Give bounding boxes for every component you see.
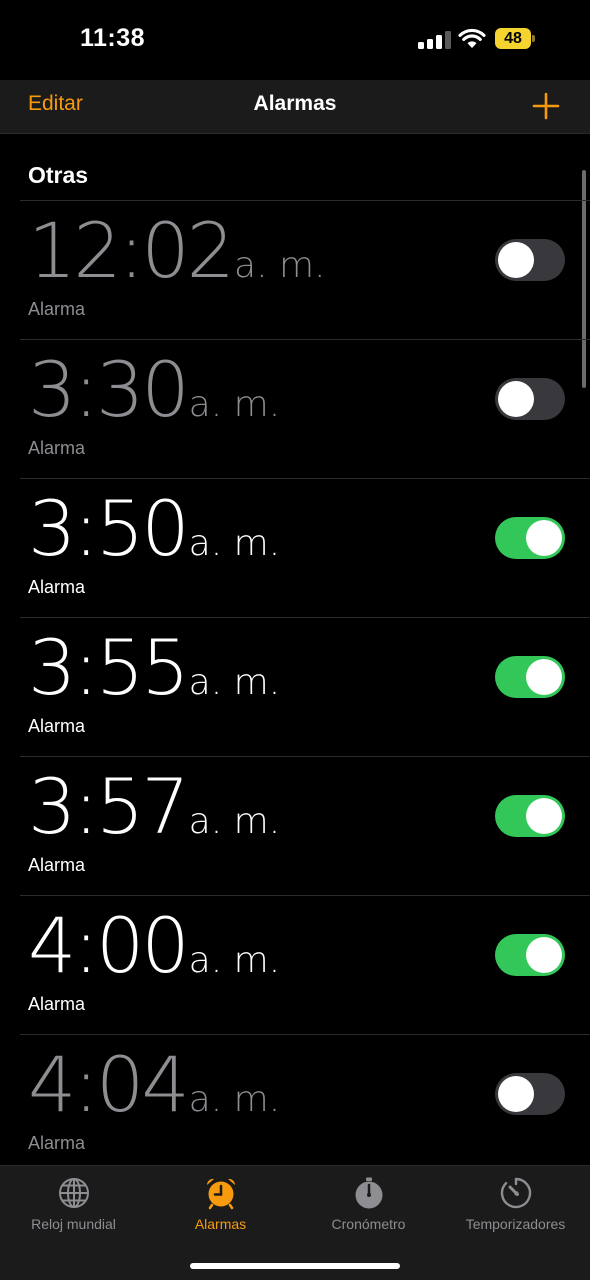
alarm-ampm: a. m. <box>188 384 281 425</box>
alarm-ampm: a. m. <box>234 245 326 286</box>
alarm-time: 3:50a. m. <box>28 491 280 567</box>
alarm-time: 3:30a. m. <box>28 352 280 428</box>
page-title: Alarmas <box>253 92 337 115</box>
toggle-knob <box>498 1076 534 1112</box>
tab-alarms[interactable]: Alarmas <box>147 1176 294 1246</box>
alarm-toggle[interactable] <box>495 517 565 559</box>
alarm-toggle[interactable] <box>495 239 565 281</box>
alarm-label: Alarma <box>28 1133 86 1153</box>
alarm-toggle[interactable] <box>495 795 565 837</box>
alarm-time-value: 4:04 <box>28 1040 190 1129</box>
battery-level: 48 <box>504 30 522 47</box>
alarm-time: 12:02a. m. <box>28 213 326 289</box>
alarm-time: 3:55a. m. <box>28 630 280 706</box>
alarm-time-value: 3:30 <box>28 345 190 434</box>
alarm-label: Alarma <box>28 716 86 736</box>
timer-icon <box>500 1177 531 1209</box>
tab-stopwatch[interactable]: Cronómetro <box>295 1176 442 1246</box>
alarm-ampm: a. m. <box>188 662 281 703</box>
tab-bar: Reloj mundial Alarmas Cronómetro Tempori… <box>0 1165 590 1280</box>
alarm-time-value: 3:50 <box>28 484 190 573</box>
alarm-time-value: 12:02 <box>28 206 235 295</box>
toggle-knob <box>498 381 534 417</box>
alarm-label: Alarma <box>28 577 86 597</box>
alarm-label: Alarma <box>28 994 86 1014</box>
clock-app-screen: 11:38 48 Editar Alarmas Otras 12:02a. m.… <box>0 0 590 1280</box>
status-time: 11:38 <box>80 24 146 52</box>
alarm-row[interactable]: 4:00a. m. Alarma <box>20 895 590 1034</box>
tab-timers[interactable]: Temporizadores <box>442 1176 589 1246</box>
alarm-toggle[interactable] <box>495 934 565 976</box>
cellular-signal-icon <box>418 31 452 49</box>
alarm-label: Alarma <box>28 855 86 875</box>
alarm-row[interactable]: 4:04a. m. Alarma <box>20 1034 590 1165</box>
alarm-ampm: a. m. <box>188 1079 281 1120</box>
alarm-ampm: a. m. <box>188 940 281 981</box>
tab-label: Reloj mundial <box>31 1216 116 1232</box>
alarm-time: 4:04a. m. <box>28 1047 280 1123</box>
alarm-toggle[interactable] <box>495 1073 565 1115</box>
alarm-time-value: 4:00 <box>28 901 190 990</box>
toggle-knob <box>526 520 562 556</box>
wifi-icon <box>458 28 486 48</box>
alarm-time: 4:00a. m. <box>28 908 280 984</box>
tab-label: Temporizadores <box>465 1216 566 1232</box>
alarm-toggle[interactable] <box>495 378 565 420</box>
alarm-toggle[interactable] <box>495 656 565 698</box>
plus-icon[interactable] <box>529 89 563 123</box>
alarm-ampm: a. m. <box>188 801 281 842</box>
tab-world-clock[interactable]: Reloj mundial <box>0 1176 147 1246</box>
tab-label: Cronómetro <box>331 1216 406 1232</box>
alarm-time-value: 3:55 <box>28 623 190 712</box>
home-indicator[interactable] <box>190 1263 400 1269</box>
section-header: Otras <box>28 162 89 188</box>
stopwatch-icon <box>355 1177 382 1209</box>
alarm-row[interactable]: 3:55a. m. Alarma <box>20 617 590 756</box>
alarm-label: Alarma <box>28 438 86 458</box>
toggle-knob <box>526 937 562 973</box>
alarm-clock-icon <box>206 1178 235 1210</box>
toggle-knob <box>526 798 562 834</box>
alarm-ampm: a. m. <box>188 523 281 564</box>
alarm-label: Alarma <box>28 299 86 319</box>
alarm-row[interactable]: 3:50a. m. Alarma <box>20 478 590 617</box>
alarm-time-value: 3:57 <box>28 762 190 851</box>
battery-icon: 48 <box>495 28 535 49</box>
alarm-list[interactable]: Otras 12:02a. m. Alarma 3:30a. m. Alarma… <box>0 134 590 1165</box>
alarm-row[interactable]: 12:02a. m. Alarma <box>20 200 590 339</box>
navigation-bar: Editar Alarmas <box>0 80 590 134</box>
alarm-row[interactable]: 3:30a. m. Alarma <box>20 339 590 478</box>
toggle-knob <box>498 242 534 278</box>
toggle-knob <box>526 659 562 695</box>
tab-label: Alarmas <box>194 1216 247 1232</box>
status-bar: 11:38 48 <box>0 0 590 80</box>
edit-button[interactable]: Editar <box>28 92 83 116</box>
alarm-time: 3:57a. m. <box>28 769 280 845</box>
alarm-row[interactable]: 3:57a. m. Alarma <box>20 756 590 895</box>
globe-icon <box>58 1178 89 1208</box>
